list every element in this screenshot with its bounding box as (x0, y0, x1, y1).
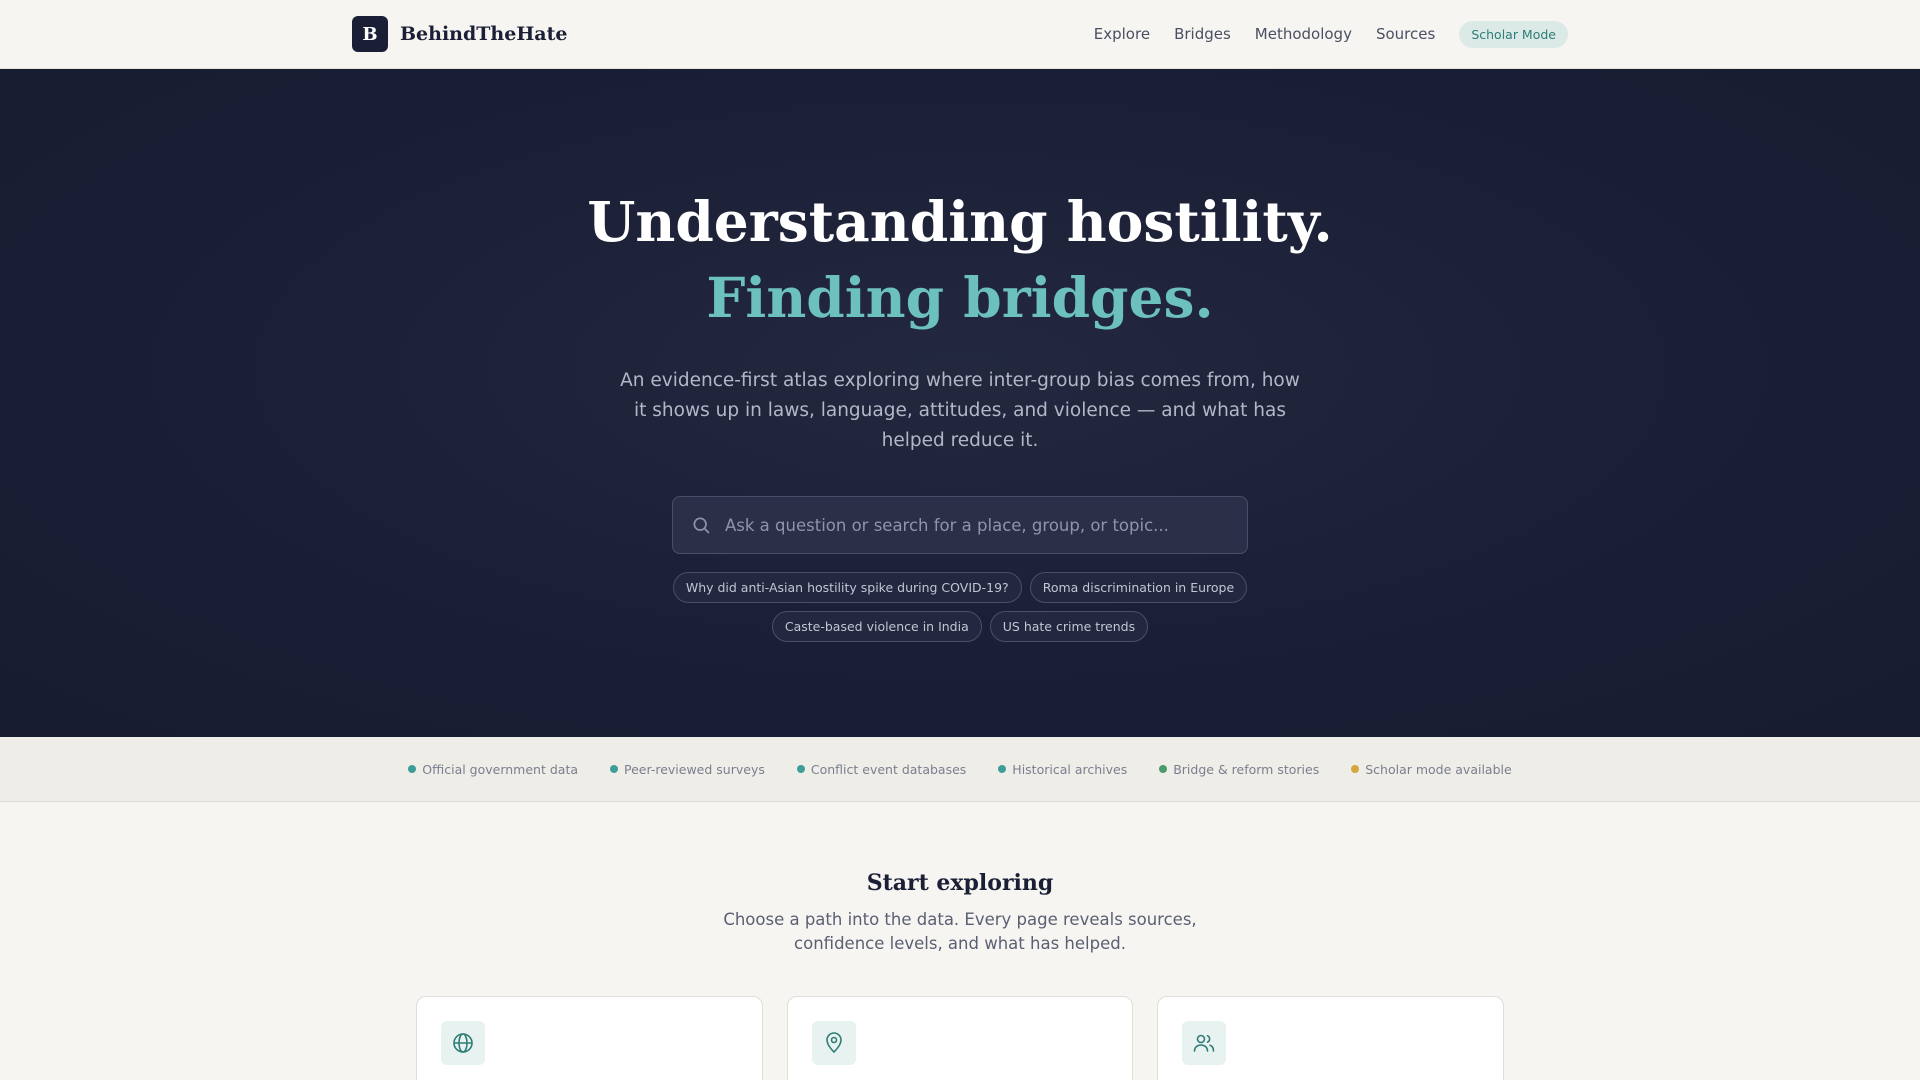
nav-link-sources[interactable]: Sources (1376, 25, 1435, 43)
hero-lead: An evidence-first atlas exploring where … (620, 370, 1300, 451)
explore-title: Start exploring (866, 870, 1054, 896)
explore-cards (416, 996, 1505, 1080)
suggestion-chip[interactable]: Caste-based violence in India (771, 611, 982, 642)
scholar-mode-toggle[interactable]: Scholar Mode (1459, 20, 1568, 48)
source-item: Bridge & reform stories (1159, 762, 1319, 777)
sources-strip: Official government data Peer-reviewed s… (0, 737, 1920, 802)
hero-section: Understanding hostility. Finding bridges… (0, 69, 1920, 737)
site-header: B BehindTheHate Explore Bridges Methodol… (0, 0, 1920, 69)
source-label: Peer-reviewed surveys (624, 761, 765, 777)
source-dot-icon (998, 765, 1007, 773)
hero-title: Understanding hostility. Finding bridges… (510, 184, 1410, 336)
source-dot-icon (610, 765, 619, 773)
source-dot-icon (408, 765, 417, 773)
explore-section: Start exploring Choose a path into the d… (0, 802, 1920, 1080)
source-label: Bridge & reform stories (1173, 761, 1320, 777)
nav-link-bridges[interactable]: Bridges (1174, 25, 1231, 43)
explore-card-groups[interactable] (1157, 996, 1505, 1080)
users-icon (1182, 1021, 1227, 1065)
source-label: Conflict event databases (810, 761, 967, 777)
source-item: Peer-reviewed surveys (610, 762, 765, 777)
map-pin-icon (811, 1021, 856, 1065)
brand-link[interactable]: B BehindTheHate (352, 16, 567, 52)
source-dot-icon (796, 765, 805, 773)
source-label: Scholar mode available (1365, 761, 1512, 777)
brand-name: BehindTheHate (400, 23, 568, 45)
source-item: Conflict event databases (796, 761, 967, 777)
search-box[interactable] (672, 496, 1248, 554)
suggestion-chips: Why did anti-Asian hostility spike durin… (610, 572, 1310, 642)
source-label: Historical archives (1012, 761, 1128, 777)
logo-icon: B (352, 16, 388, 52)
main-nav: Explore Bridges Methodology Sources Scho… (1094, 20, 1568, 48)
explore-card-place[interactable] (786, 996, 1134, 1080)
nav-link-methodology[interactable]: Methodology (1255, 25, 1352, 43)
source-dot-icon (1351, 765, 1360, 773)
header-inner: B BehindTheHate Explore Bridges Methodol… (352, 0, 1568, 68)
source-label: Official government data (422, 761, 579, 777)
globe-icon (441, 1021, 485, 1065)
nav-link-explore[interactable]: Explore (1094, 25, 1150, 43)
suggestion-chip[interactable]: Roma discrimination in Europe (1029, 572, 1248, 603)
explore-subtitle: Choose a path into the data. Every page … (723, 910, 1197, 953)
explore-card-global[interactable] (416, 996, 763, 1080)
suggestion-chip[interactable]: Why did anti-Asian hostility spike durin… (672, 572, 1022, 603)
hero-title-accent: Finding bridges. (706, 265, 1214, 330)
source-item: Official government data (408, 762, 578, 777)
source-item: Historical archives (998, 762, 1127, 777)
search-input[interactable] (725, 515, 1229, 535)
suggestion-chip[interactable]: US hate crime trends (989, 611, 1149, 642)
search-icon (693, 517, 710, 534)
source-item: Scholar mode available (1351, 761, 1512, 777)
hero-title-main: Understanding hostility. (587, 189, 1333, 254)
source-dot-icon (1159, 765, 1168, 773)
